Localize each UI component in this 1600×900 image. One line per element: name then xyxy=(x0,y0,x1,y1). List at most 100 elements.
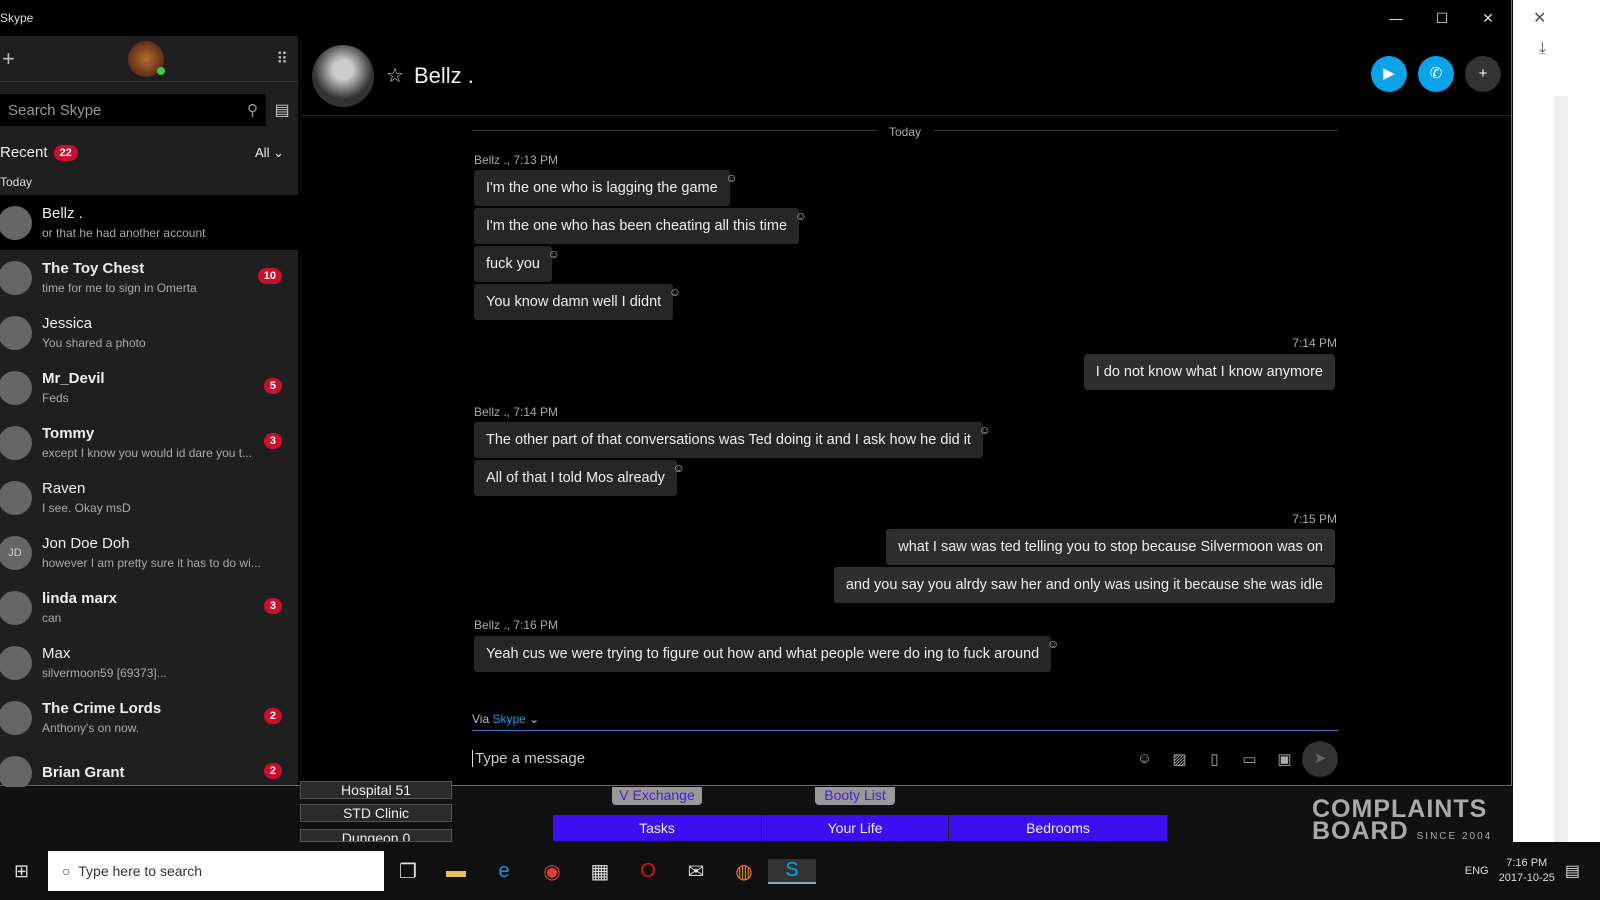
conversation-item[interactable]: Jessica You shared a photo xyxy=(0,305,298,360)
mail-icon[interactable]: ✉ xyxy=(672,859,720,884)
skype-window: Skype — ☐ ✕ + ⠿ Search Skype ⚲ ▤ Recent 2… xyxy=(0,0,1512,790)
incoming-message[interactable]: I'm the one who is lagging the game ☺ xyxy=(474,170,738,206)
avatar xyxy=(0,590,32,625)
image-icon[interactable]: ▨ xyxy=(1162,750,1197,768)
audio-call-button[interactable]: ✆ xyxy=(1418,56,1454,92)
store-icon[interactable]: ▦ xyxy=(576,859,624,884)
add-people-button[interactable]: + xyxy=(1465,56,1501,92)
game-link[interactable]: Booty List xyxy=(815,787,895,805)
conversation-preview: I see. Okay msD xyxy=(42,501,131,515)
system-tray: ENG 7:16 PM 2017-10-25 ▤ xyxy=(1465,856,1600,886)
language-indicator[interactable]: ENG xyxy=(1465,865,1489,877)
conversation-item[interactable]: linda marx can 3 xyxy=(0,580,298,635)
taskbar-search[interactable]: ○ Type here to search xyxy=(48,851,384,891)
close-button[interactable]: ✕ xyxy=(1465,10,1511,27)
task-view-icon[interactable]: ❐ xyxy=(384,859,432,884)
my-avatar[interactable] xyxy=(127,40,165,77)
conversation-item[interactable]: The Toy Chest time for me to sign in Ome… xyxy=(0,250,298,305)
send-button[interactable]: ➤ xyxy=(1302,740,1338,777)
game-link[interactable]: STD Clinic xyxy=(300,804,452,822)
incoming-message[interactable]: All of that I told Mos already ☺ xyxy=(474,460,685,496)
download-icon[interactable]: ⤓ xyxy=(1539,40,1546,58)
plus-icon[interactable]: + xyxy=(2,46,15,72)
dialpad-icon[interactable]: ⠿ xyxy=(276,49,288,69)
chrome-icon[interactable]: ◉ xyxy=(528,859,576,884)
clock[interactable]: 7:16 PM 2017-10-25 xyxy=(1499,856,1555,886)
taskbar-search-text: Type here to search xyxy=(78,863,202,879)
conversation-item[interactable]: Max silvermoon59 [69373]... xyxy=(0,635,298,690)
reaction-icon[interactable]: ☺ xyxy=(979,423,991,437)
conversation-name: The Toy Chest xyxy=(42,260,145,277)
opera-icon[interactable]: O xyxy=(624,860,672,883)
reaction-icon[interactable]: ☺ xyxy=(725,171,737,185)
message-meta: 7:14 PM xyxy=(1292,336,1337,350)
conversation-item[interactable]: The Crime Lords Anthony's on now. 2 xyxy=(0,690,298,745)
incoming-message[interactable]: I'm the one who has been cheating all th… xyxy=(474,208,807,244)
windows-start-icon[interactable]: ⊞ xyxy=(14,861,29,882)
game-tab[interactable]: Bedrooms xyxy=(949,815,1168,841)
unread-badge: 5 xyxy=(263,378,282,394)
reaction-icon[interactable]: ☺ xyxy=(548,247,560,261)
watermark-tag: SINCE 2004 xyxy=(1416,831,1493,842)
conversation-item[interactable]: Bellz . or that he had another account xyxy=(0,195,298,250)
message-text: You know damn well I didnt xyxy=(486,294,662,310)
reaction-icon[interactable]: ☺ xyxy=(795,209,807,223)
game-tab[interactable]: Tasks xyxy=(553,815,762,841)
watermark: COMPLAINTS BOARD SINCE 2004 xyxy=(1312,797,1493,848)
message-text: fuck you xyxy=(486,256,540,272)
maximize-button[interactable]: ☐ xyxy=(1419,10,1465,27)
game-tab[interactable]: Your Life xyxy=(762,815,949,841)
message-meta: Bellz ., 7:14 PM xyxy=(474,405,559,419)
incoming-message[interactable]: fuck you ☺ xyxy=(474,246,560,282)
file-explorer-icon[interactable]: ▬ xyxy=(432,860,480,883)
conversation-item[interactable]: Tommy except I know you would id dare yo… xyxy=(0,415,298,470)
avatar xyxy=(0,260,32,295)
reaction-icon[interactable]: ☺ xyxy=(673,461,685,475)
game-link[interactable]: Hospital 51 xyxy=(300,781,452,799)
video-call-button[interactable]: ▶ xyxy=(1371,56,1407,92)
message-text: The other part of that conversations was… xyxy=(486,432,971,448)
avatar xyxy=(0,700,32,735)
via-skype-dropdown[interactable]: Skype xyxy=(492,712,525,726)
outgoing-message[interactable]: and you say you alrdy saw her and only w… xyxy=(833,567,1335,603)
message-input[interactable]: Type a message xyxy=(472,750,1127,767)
incoming-message[interactable]: Yeah cus we were trying to figure out ho… xyxy=(474,636,1059,672)
outgoing-message[interactable]: I do not know what I know anymore xyxy=(1083,354,1335,390)
edge-icon[interactable]: e xyxy=(480,860,528,883)
firefox-icon[interactable]: ◍ xyxy=(720,859,768,884)
incoming-message[interactable]: The other part of that conversations was… xyxy=(474,422,991,458)
contact-name[interactable]: Bellz . xyxy=(414,63,474,89)
skype-taskbar-icon[interactable]: S xyxy=(768,858,816,884)
game-link[interactable]: V Exchange xyxy=(612,787,702,805)
conversation-preview: or that he had another account xyxy=(42,226,206,240)
game-link[interactable]: Dungeon 0 xyxy=(300,829,452,842)
contact-avatar[interactable] xyxy=(312,44,374,107)
avatar: JD xyxy=(0,535,32,570)
reaction-icon[interactable]: ☺ xyxy=(1047,637,1059,651)
clock-time: 7:16 PM xyxy=(1506,857,1548,869)
avatar xyxy=(0,425,32,460)
conversation-item[interactable]: Raven I see. Okay msD xyxy=(0,470,298,525)
scrollbar[interactable] xyxy=(1554,96,1568,842)
file-icon[interactable]: ▯ xyxy=(1197,750,1232,768)
video-message-icon[interactable]: ▭ xyxy=(1232,750,1267,768)
conversation-name: Mr_Devil xyxy=(42,370,105,387)
contacts-icon[interactable]: ▤ xyxy=(266,100,298,120)
star-icon[interactable]: ☆ xyxy=(386,63,404,88)
conversation-item[interactable]: Mr_Devil Feds 5 xyxy=(0,360,298,415)
contact-card-icon[interactable]: ▣ xyxy=(1267,750,1302,768)
conversation-name: Tommy xyxy=(42,425,95,442)
title-bar: Skype — ☐ ✕ xyxy=(0,0,1511,36)
close-icon[interactable]: ✕ xyxy=(1533,8,1546,28)
message-text: and you say you alrdy saw her and only w… xyxy=(845,577,1323,593)
search-placeholder: Search Skype xyxy=(8,101,102,119)
notifications-icon[interactable]: ▤ xyxy=(1565,861,1580,881)
outgoing-message[interactable]: what I saw was ted telling you to stop b… xyxy=(886,529,1335,565)
emoji-icon[interactable]: ☺ xyxy=(1127,750,1162,767)
incoming-message[interactable]: You know damn well I didnt ☺ xyxy=(474,284,681,320)
conversation-item[interactable]: JD Jon Doe Doh however I am pretty sure … xyxy=(0,525,298,580)
minimize-button[interactable]: — xyxy=(1373,10,1419,26)
search-input[interactable]: Search Skype ⚲ xyxy=(0,94,266,126)
reaction-icon[interactable]: ☺ xyxy=(669,285,681,299)
filter-dropdown[interactable]: All ⌄ xyxy=(255,145,284,161)
